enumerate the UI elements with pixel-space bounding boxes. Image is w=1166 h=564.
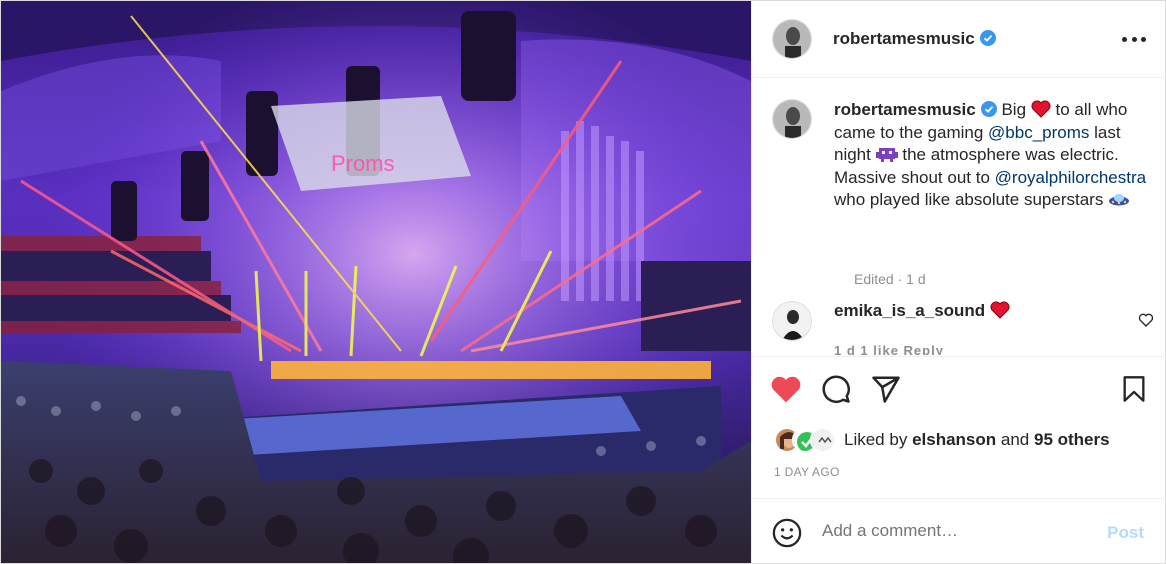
author-username[interactable]: robertamesmusic [833, 29, 996, 49]
likes-prefix: Liked by [844, 430, 908, 449]
comments-list: robertamesmusic Big to all who came to t… [752, 79, 1166, 355]
caption-avatar[interactable] [772, 99, 812, 139]
flying-saucer-emoji-icon [1109, 194, 1130, 206]
likes-and: and [1000, 430, 1030, 449]
caption-username[interactable]: robertamesmusic [834, 100, 976, 119]
emoji-icon[interactable] [772, 518, 802, 548]
caption-text-part: who played like absolute superstars [834, 190, 1104, 209]
svg-text:Proms: Proms [331, 151, 395, 176]
verified-badge-icon [979, 30, 996, 46]
add-comment-input[interactable] [822, 521, 1092, 541]
caption-text-part: Big [1001, 100, 1027, 119]
likes-text: Liked by elshanson and 95 others [844, 430, 1110, 450]
author-avatar[interactable] [772, 19, 812, 59]
mention-royalphilorchestra[interactable]: @royalphilorchestra [995, 168, 1146, 187]
post-header: robertamesmusic [752, 1, 1166, 78]
comment-icon[interactable] [820, 373, 852, 405]
comment-meta: 1 d 1 like Reply [834, 343, 944, 355]
post-image[interactable]: Proms [1, 1, 751, 563]
commenter-username-text[interactable]: emika_is_a_sound [834, 301, 985, 320]
commenter-avatar[interactable] [772, 301, 812, 341]
liker-username[interactable]: elshanson [912, 430, 996, 449]
post-side-panel: robertamesmusic robertamesmusic Big to a… [751, 1, 1166, 563]
heart-filled-icon[interactable] [770, 373, 802, 405]
more-options-icon[interactable] [1122, 29, 1146, 49]
commenter-username[interactable]: emika_is_a_sound [834, 301, 1010, 321]
comment-item: emika_is_a_sound 1 d 1 like Reply [772, 299, 1154, 355]
bookmark-icon[interactable] [1118, 373, 1150, 405]
space-invader-emoji-icon [875, 148, 898, 162]
post-timestamp[interactable]: 1 DAY AGO [774, 465, 840, 479]
likes-summary: Liked by elshanson and 95 others [774, 426, 1110, 454]
caption-text: robertamesmusic Big to all who came to t… [834, 99, 1154, 212]
concert-hall-photo: Proms [1, 1, 751, 563]
post-comment-button[interactable]: Post [1107, 523, 1144, 543]
author-username-text[interactable]: robertamesmusic [833, 29, 975, 48]
mention-bbc-proms[interactable]: @bbc_proms [988, 123, 1089, 142]
action-bar [752, 356, 1166, 418]
red-heart-emoji-icon [990, 301, 1010, 319]
caption-meta: Edited · 1 d [854, 271, 926, 287]
liker-avatar[interactable] [810, 427, 836, 453]
add-comment-bar: Post [752, 498, 1166, 563]
likes-others-link[interactable]: 95 others [1034, 430, 1110, 449]
post-card: Proms robertamesmusic robertamesmusic Bi… [0, 0, 1166, 564]
comment-like-heart-icon[interactable] [1138, 312, 1154, 328]
share-icon[interactable] [870, 373, 902, 405]
verified-badge-icon [980, 101, 997, 117]
red-heart-emoji-icon [1031, 100, 1051, 118]
